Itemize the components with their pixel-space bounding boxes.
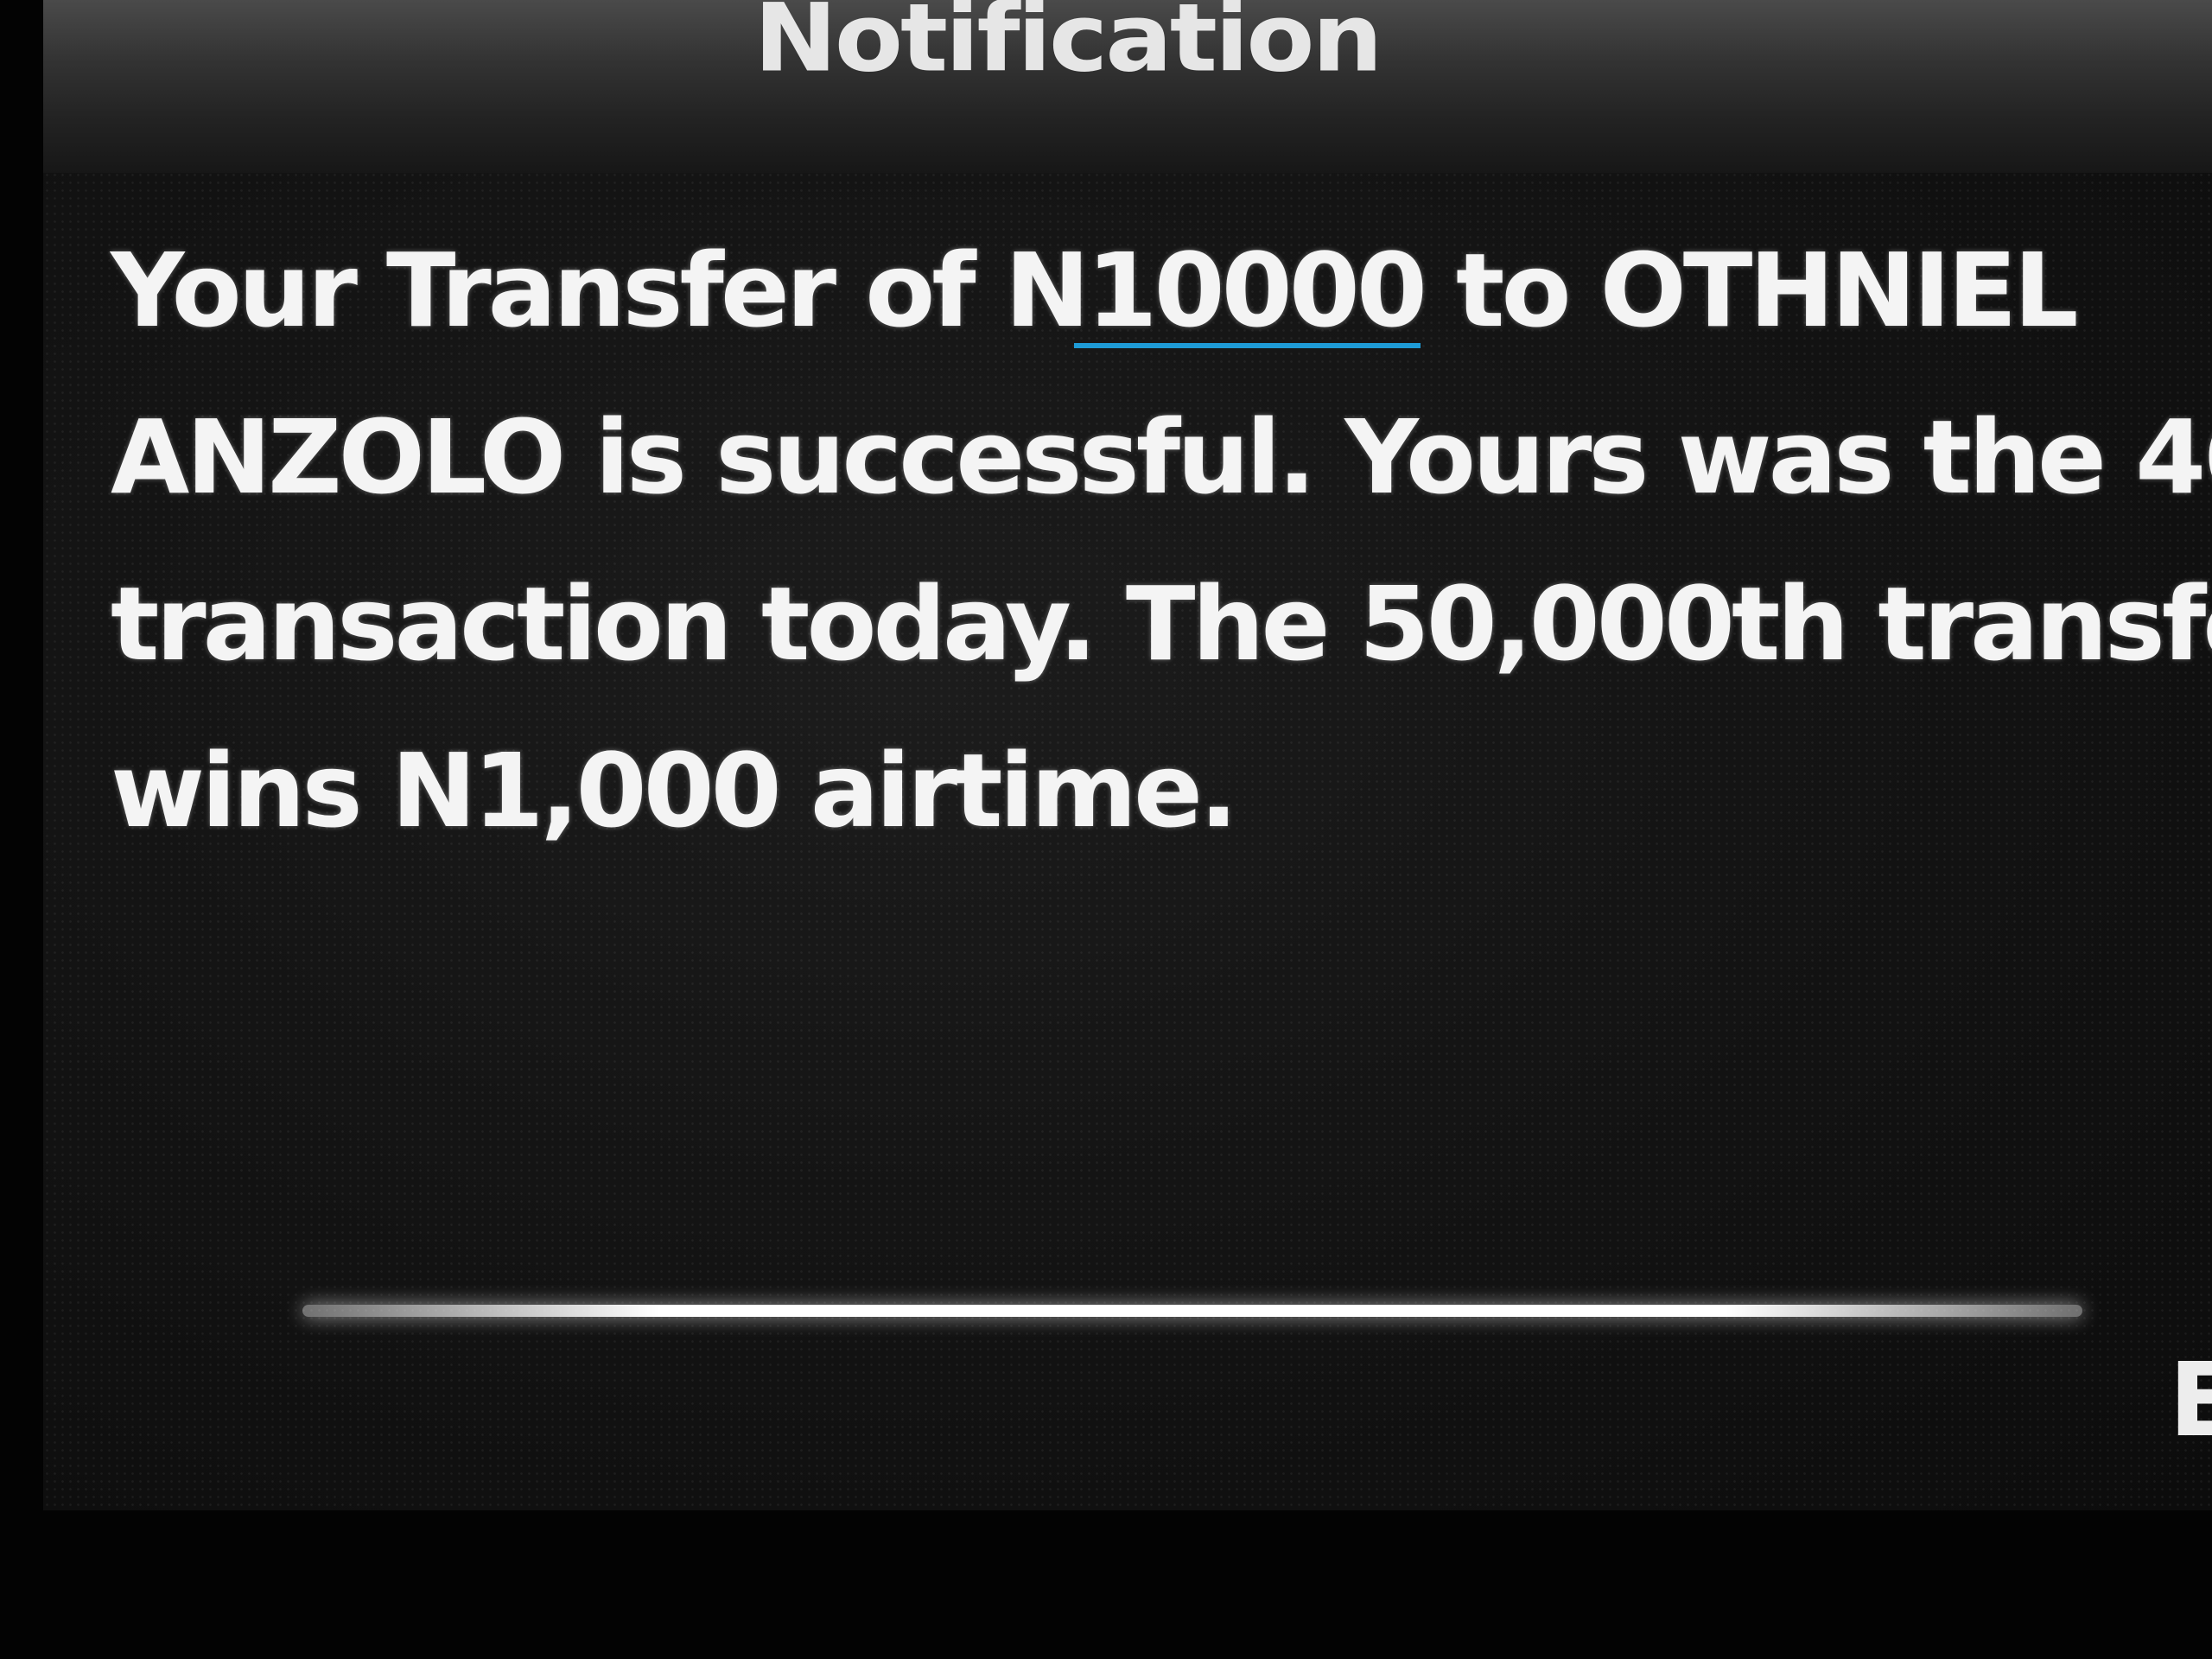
softkey-divider: [302, 1305, 2082, 1317]
phone-device: Notification Your Transfer of N10000 to …: [0, 0, 2212, 1659]
message-line-1-prefix: Your Transfer of: [111, 231, 1005, 350]
message-line-4: wins N1,000 airtime.: [111, 731, 1238, 850]
message-line-1-suffix: to OTHNIEL: [1423, 231, 2079, 350]
exit-softkey[interactable]: Ex: [2169, 1339, 2212, 1460]
notification-message: Your Transfer of N10000 to OTHNIEL ANZOL…: [111, 207, 2212, 874]
transfer-amount-link[interactable]: N10000: [1005, 231, 1427, 350]
title-bar: Notification: [43, 0, 2212, 173]
message-line-3: transaction today. The 50,000th transfer…: [111, 564, 2212, 683]
page-title: Notification: [753, 0, 1382, 93]
message-line-2: ANZOLO is successful. Yours was the 46,9…: [111, 397, 2212, 517]
message-line-1: Your Transfer of N10000 to OTHNIEL: [111, 207, 2202, 374]
notification-screen: Notification Your Transfer of N10000 to …: [43, 0, 2212, 1510]
